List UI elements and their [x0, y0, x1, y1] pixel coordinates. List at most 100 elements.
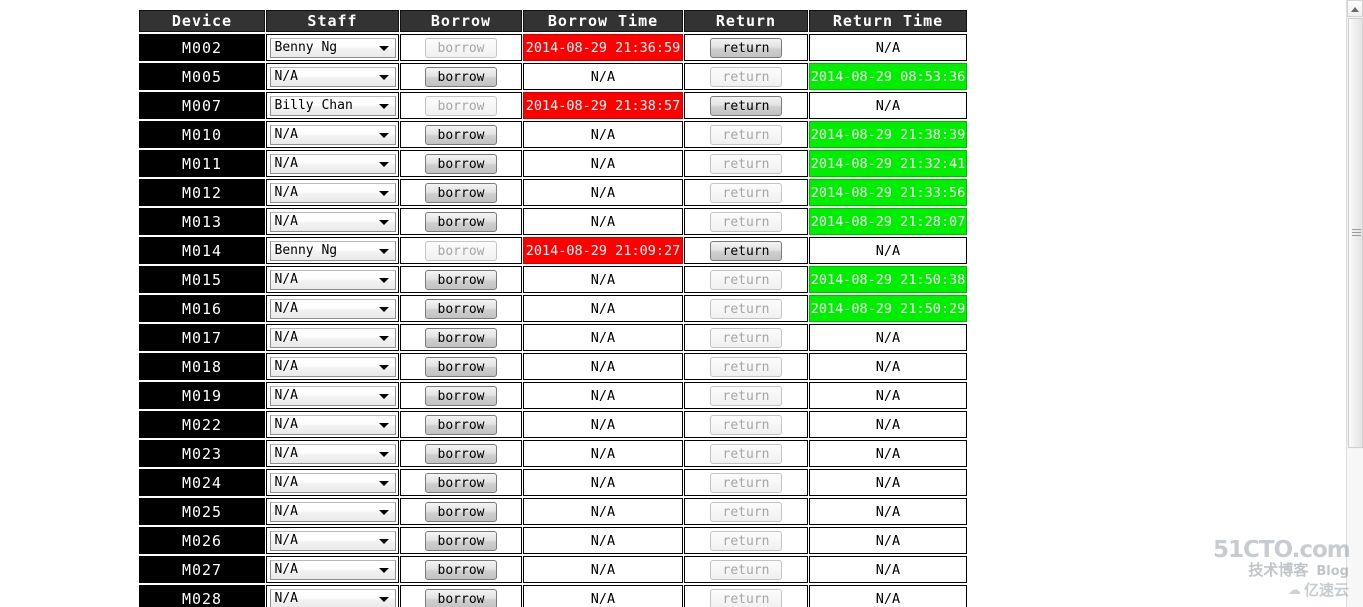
table-row: M002 Benny Ng borrow 2014-08-29 21:36:59 ret…: [139, 34, 967, 61]
staff-select[interactable]: N/A: [269, 443, 396, 464]
staff-select-value: N/A: [274, 184, 298, 200]
staff-select[interactable]: N/A: [269, 530, 396, 551]
device-id-cell: M007: [139, 92, 265, 119]
borrow-time-cell: N/A: [523, 556, 683, 583]
staff-select[interactable]: N/A: [269, 385, 396, 406]
column-header-borrow: Borrow: [400, 10, 522, 32]
device-id-cell: M018: [139, 353, 265, 380]
borrow-button[interactable]: borrow: [425, 124, 497, 145]
staff-select[interactable]: Billy Chan: [269, 95, 396, 116]
staff-select[interactable]: N/A: [269, 327, 396, 348]
staff-select-value: N/A: [274, 561, 298, 577]
staff-cell: N/A: [266, 440, 399, 467]
borrow-button: borrow: [425, 95, 497, 116]
borrow-button[interactable]: borrow: [425, 501, 497, 522]
return-time-cell: N/A: [809, 34, 967, 61]
device-id-cell: M017: [139, 324, 265, 351]
borrow-button[interactable]: borrow: [425, 211, 497, 232]
staff-select[interactable]: N/A: [269, 211, 396, 232]
chevron-down-icon: [378, 393, 389, 399]
staff-select[interactable]: N/A: [269, 559, 396, 580]
borrow-button[interactable]: borrow: [425, 443, 497, 464]
staff-select[interactable]: N/A: [269, 269, 396, 290]
return-time-cell: 2014-08-29 21:32:41: [809, 150, 967, 177]
staff-cell: N/A: [266, 324, 399, 351]
staff-select[interactable]: N/A: [269, 356, 396, 377]
device-id-cell: M019: [139, 382, 265, 409]
return-time-cell: N/A: [809, 527, 967, 554]
scrollbar-up-button[interactable]: [1347, 0, 1363, 17]
return-time-cell: N/A: [809, 498, 967, 525]
return-button: return: [710, 211, 782, 232]
staff-cell: N/A: [266, 266, 399, 293]
device-id-cell: M024: [139, 469, 265, 496]
borrow-button[interactable]: borrow: [425, 385, 497, 406]
page-root: Device Staff Borrow Borrow Time Return R…: [0, 0, 1363, 607]
return-button[interactable]: return: [710, 37, 782, 58]
return-time-cell: 2014-08-29 08:53:36: [809, 63, 967, 90]
table-row: M026 N/A borrow N/A return N/A: [139, 527, 967, 554]
table-row: M022 N/A borrow N/A return N/A: [139, 411, 967, 438]
staff-select[interactable]: Benny Ng: [269, 240, 396, 261]
return-button: return: [710, 588, 782, 607]
table-row: M014 Benny Ng borrow 2014-08-29 21:09:27 ret…: [139, 237, 967, 264]
borrow-time-cell: 2014-08-29 21:38:57: [523, 92, 683, 119]
column-header-staff: Staff: [266, 10, 399, 32]
borrow-button[interactable]: borrow: [425, 66, 497, 87]
borrow-button[interactable]: borrow: [425, 182, 497, 203]
borrow-button[interactable]: borrow: [425, 472, 497, 493]
staff-cell: Benny Ng: [266, 237, 399, 264]
borrow-button[interactable]: borrow: [425, 559, 497, 580]
chevron-down-icon: [378, 132, 389, 138]
staff-select[interactable]: N/A: [269, 153, 396, 174]
borrow-time-cell: N/A: [523, 324, 683, 351]
borrow-time-cell: N/A: [523, 353, 683, 380]
return-time-cell: 2014-08-29 21:50:29: [809, 295, 967, 322]
borrow-button[interactable]: borrow: [425, 327, 497, 348]
borrow-button[interactable]: borrow: [425, 298, 497, 319]
staff-select-value: N/A: [274, 590, 298, 606]
return-time-cell: N/A: [809, 353, 967, 380]
borrow-cell: borrow: [400, 382, 522, 409]
table-row: M025 N/A borrow N/A return N/A: [139, 498, 967, 525]
staff-select[interactable]: N/A: [269, 124, 396, 145]
staff-select[interactable]: N/A: [269, 472, 396, 493]
chevron-down-icon: [378, 45, 389, 51]
borrow-button[interactable]: borrow: [425, 530, 497, 551]
staff-cell: N/A: [266, 208, 399, 235]
borrow-button[interactable]: borrow: [425, 588, 497, 607]
return-button: return: [710, 559, 782, 580]
borrow-time-cell: N/A: [523, 295, 683, 322]
table-header: Device Staff Borrow Borrow Time Return R…: [139, 10, 967, 32]
return-time-cell: N/A: [809, 469, 967, 496]
scrollbar-thumb[interactable]: [1348, 18, 1363, 448]
vertical-scrollbar[interactable]: [1346, 0, 1363, 607]
scrollbar-track[interactable]: [1347, 449, 1363, 607]
return-cell: return: [684, 121, 808, 148]
return-cell: return: [684, 527, 808, 554]
borrow-button[interactable]: borrow: [425, 414, 497, 435]
return-button[interactable]: return: [710, 95, 782, 116]
staff-select[interactable]: N/A: [269, 182, 396, 203]
staff-select[interactable]: Benny Ng: [269, 37, 396, 58]
staff-select[interactable]: N/A: [269, 414, 396, 435]
return-cell: return: [684, 63, 808, 90]
return-cell: return: [684, 266, 808, 293]
staff-select[interactable]: N/A: [269, 501, 396, 522]
return-button[interactable]: return: [710, 240, 782, 261]
staff-select[interactable]: N/A: [269, 66, 396, 87]
borrow-button[interactable]: borrow: [425, 153, 497, 174]
borrow-button[interactable]: borrow: [425, 269, 497, 290]
staff-select[interactable]: N/A: [269, 298, 396, 319]
device-table-container: Device Staff Borrow Borrow Time Return R…: [138, 8, 967, 607]
staff-cell: N/A: [266, 63, 399, 90]
borrow-button: borrow: [425, 37, 497, 58]
borrow-cell: borrow: [400, 63, 522, 90]
borrow-time-cell: N/A: [523, 208, 683, 235]
table-row: M010 N/A borrow N/A return 2014-08-29 21:38:3…: [139, 121, 967, 148]
device-id-cell: M016: [139, 295, 265, 322]
return-cell: return: [684, 92, 808, 119]
borrow-button[interactable]: borrow: [425, 356, 497, 377]
staff-select-value: N/A: [274, 271, 298, 287]
staff-select[interactable]: N/A: [269, 588, 396, 607]
